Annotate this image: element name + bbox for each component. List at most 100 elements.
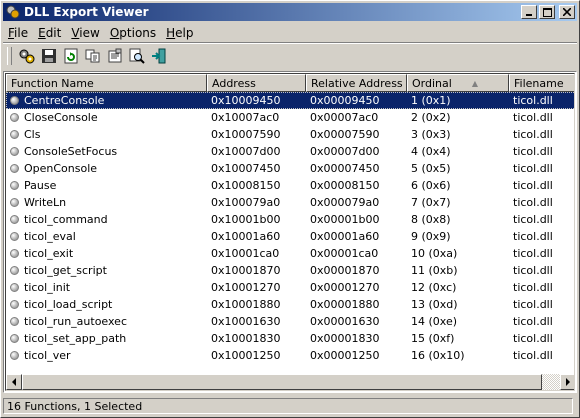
relative-address-cell: 0x00001630	[310, 315, 380, 328]
filename-cell: ticol.dll	[513, 111, 553, 124]
minimize-icon	[526, 14, 532, 16]
filename-cell: ticol.dll	[513, 179, 553, 192]
scroll-right-button[interactable]	[560, 374, 574, 390]
export-function-icon	[10, 163, 19, 173]
table-row[interactable]: ticol_get_script 0x10001870 0x00001870 11 (…	[6, 262, 574, 279]
export-function-icon	[10, 350, 19, 360]
function-name-cell: ConsoleSetFocus	[6, 145, 207, 158]
window-title: DLL Export Viewer	[24, 5, 149, 19]
scroll-left-button[interactable]	[6, 374, 22, 390]
export-function-icon	[10, 180, 19, 190]
address-cell: 0x10001830	[211, 332, 281, 345]
horizontal-scrollbar[interactable]	[6, 374, 574, 390]
filename-cell: ticol.dll	[513, 196, 553, 209]
function-name-cell: ticol_get_script	[6, 264, 207, 277]
relative-address-cell: 0x00001a60	[310, 230, 380, 243]
table-row[interactable]: ticol_exit 0x10001ca0 0x00001ca0 10 (0xa) ti…	[6, 245, 574, 262]
address-cell: 0x10007ac0	[211, 111, 280, 124]
export-function-icon	[10, 231, 19, 241]
column-header-filename[interactable]: Filename	[509, 74, 574, 92]
gears-icon[interactable]	[16, 45, 38, 67]
function-name-cell: ticol_exit	[6, 247, 207, 260]
ordinal-cell: 15 (0xf)	[411, 332, 455, 345]
menu-bar: File Edit View Options Help	[3, 23, 577, 42]
function-name-cell: Pause	[6, 179, 207, 192]
exit-icon[interactable]	[148, 45, 170, 67]
table-row[interactable]: Pause 0x10008150 0x00008150 6 (0x6) ticol.dl…	[6, 177, 574, 194]
table-row[interactable]: ticol_init 0x10001270 0x00001270 12 (0xc) ti…	[6, 279, 574, 296]
function-name-cell: ticol_ver	[6, 349, 207, 362]
sort-ascending-icon: ▲	[471, 78, 478, 88]
export-function-icon	[10, 316, 19, 326]
menu-file[interactable]: File	[3, 26, 33, 40]
table-row[interactable]: ticol_command 0x10001b00 0x00001b00 8 (0x8)…	[6, 211, 574, 228]
relative-address-cell: 0x00008150	[310, 179, 380, 192]
toolbar	[3, 44, 577, 68]
export-function-icon	[10, 299, 19, 309]
ordinal-cell: 11 (0xb)	[411, 264, 458, 277]
export-function-icon	[10, 146, 19, 156]
find-icon[interactable]	[126, 45, 148, 67]
export-function-icon	[10, 282, 19, 292]
column-header-function-name[interactable]: Function Name	[6, 74, 207, 92]
maximize-button[interactable]	[539, 5, 555, 19]
table-row[interactable]: ticol_set_app_path 0x10001830 0x00001830 15…	[6, 330, 574, 347]
relative-address-cell: 0x00007590	[310, 128, 380, 141]
function-name-cell: WriteLn	[6, 196, 207, 209]
relative-address-cell: 0x00007d00	[310, 145, 380, 158]
scroll-track[interactable]	[22, 374, 560, 390]
column-header-relative-address[interactable]: Relative Address	[306, 74, 407, 92]
toolbar-grip[interactable]	[7, 47, 12, 65]
function-name-cell: ticol_eval	[6, 230, 207, 243]
table-row[interactable]: WriteLn 0x100079a0 0x000079a0 7 (0x7) ticol.…	[6, 194, 574, 211]
close-button[interactable]	[559, 5, 575, 19]
functions-list[interactable]: Function Name Address Relative Address Ordi…	[3, 71, 577, 393]
table-row[interactable]: CentreConsole 0x10009450 0x00009450 1 (0x1)…	[6, 92, 574, 109]
title-bar[interactable]: DLL Export Viewer	[3, 3, 577, 21]
table-row[interactable]: ticol_eval 0x10001a60 0x00001a60 9 (0x9) tic…	[6, 228, 574, 245]
ordinal-cell: 13 (0xd)	[411, 298, 458, 311]
filename-cell: ticol.dll	[513, 145, 553, 158]
function-name-cell: OpenConsole	[6, 162, 207, 175]
menu-help[interactable]: Help	[161, 26, 198, 40]
maximize-icon	[542, 7, 552, 17]
properties-icon[interactable]	[104, 45, 126, 67]
ordinal-cell: 1 (0x1)	[411, 94, 451, 107]
table-row[interactable]: ticol_run_autoexec 0x10001630 0x00001630 14…	[6, 313, 574, 330]
minimize-button[interactable]	[521, 5, 537, 19]
ordinal-cell: 10 (0xa)	[411, 247, 458, 260]
export-function-icon	[10, 112, 19, 122]
relative-address-cell: 0x00007450	[310, 162, 380, 175]
scroll-thumb[interactable]	[22, 374, 542, 390]
table-row[interactable]: CloseConsole 0x10007ac0 0x00007ac0 2 (0x2) t…	[6, 109, 574, 126]
menu-view[interactable]: View	[66, 26, 104, 40]
status-bar: 16 Functions, 1 Selected	[3, 397, 577, 415]
ordinal-cell: 8 (0x8)	[411, 213, 451, 226]
menu-options[interactable]: Options	[105, 26, 161, 40]
save-icon[interactable]	[38, 45, 60, 67]
filename-cell: ticol.dll	[513, 213, 553, 226]
ordinal-cell: 7 (0x7)	[411, 196, 451, 209]
address-cell: 0x10007d00	[211, 145, 281, 158]
address-cell: 0x10007450	[211, 162, 281, 175]
function-name-cell: ticol_run_autoexec	[6, 315, 207, 328]
relative-address-cell: 0x00001250	[310, 349, 380, 362]
table-row[interactable]: ticol_ver 0x10001250 0x00001250 16 (0x10) ti…	[6, 347, 574, 364]
table-row[interactable]: Cls 0x10007590 0x00007590 3 (0x3) ticol.dll	[6, 126, 574, 143]
column-header-ordinal[interactable]: Ordinal ▲	[407, 74, 509, 92]
menu-edit[interactable]: Edit	[33, 26, 66, 40]
table-row[interactable]: ticol_load_script 0x10001880 0x00001880 13 …	[6, 296, 574, 313]
filename-cell: ticol.dll	[513, 281, 553, 294]
filename-cell: ticol.dll	[513, 332, 553, 345]
table-row[interactable]: OpenConsole 0x10007450 0x00007450 5 (0x5) ti…	[6, 160, 574, 177]
copy-icon[interactable]	[82, 45, 104, 67]
table-row[interactable]: ConsoleSetFocus 0x10007d00 0x00007d00 4 (0x…	[6, 143, 574, 160]
filename-cell: ticol.dll	[513, 162, 553, 175]
refresh-icon[interactable]	[60, 45, 82, 67]
column-header-address[interactable]: Address	[207, 74, 306, 92]
relative-address-cell: 0x00001830	[310, 332, 380, 345]
ordinal-cell: 6 (0x6)	[411, 179, 451, 192]
function-name-cell: ticol_load_script	[6, 298, 207, 311]
function-name-cell: CentreConsole	[6, 94, 207, 107]
app-icon[interactable]	[6, 5, 20, 19]
